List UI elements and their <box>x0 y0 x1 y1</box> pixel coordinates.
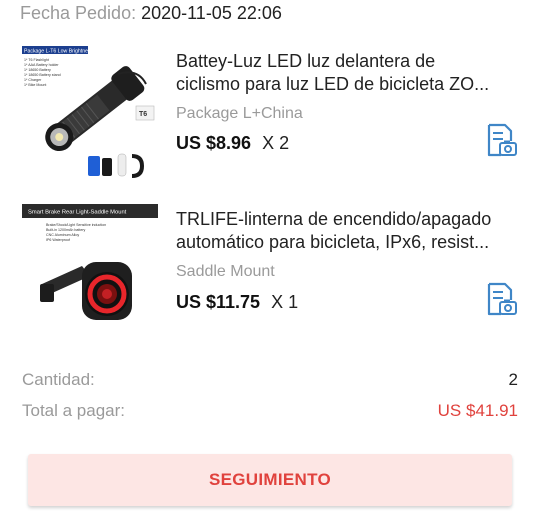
unit-price: US $8.96 <box>176 133 252 153</box>
order-date-row: Fecha Pedido: 2020-11-05 22:06 <box>20 2 282 24</box>
tracking-button[interactable]: SEGUIMIENTO <box>28 454 512 506</box>
product-thumbnail-flashlight[interactable]: Package L-T6 Low Brightness 1* T6 Flashl… <box>22 44 158 180</box>
product-title-line[interactable]: automático para bicicleta, IPx6, resist.… <box>176 231 520 254</box>
order-item-flashlight[interactable]: Package L-T6 Low Brightness 1* T6 Flashl… <box>0 40 540 190</box>
thumb-list-line: 1* Charger <box>24 78 42 82</box>
item-quantity: X 2 <box>262 133 290 153</box>
summary-quantity-value: 2 <box>508 370 518 389</box>
thumb-badge-text: T6 <box>139 111 147 118</box>
price-row: US $11.75 X 1 <box>176 291 298 313</box>
thumb-list-line: CNC Aluminum Alloy <box>46 233 79 237</box>
thumb-list-line: Built-in 1200mAh battery <box>46 228 86 232</box>
product-title-line[interactable]: Battey-Luz LED luz delantera de <box>176 50 520 73</box>
summary-quantity-label: Cantidad: <box>22 370 95 389</box>
unit-price: US $11.75 <box>176 292 261 312</box>
thumb-list-line: 1* AAA Battery holder <box>24 63 59 67</box>
thumb-list-line: 1* T6 Flashlight <box>24 58 49 62</box>
summary-total-value: US $41.91 <box>437 401 518 420</box>
thumb-list-line: 1* Bike Mount <box>24 83 46 87</box>
thumb-list-line: 1* 18650 Battery stand <box>24 73 61 77</box>
order-snapshot-icon[interactable] <box>484 282 518 316</box>
summary-total-label: Total a pagar: <box>22 401 126 420</box>
product-title-rear-light[interactable]: TRLIFE-linterna de encendido/apagado aut… <box>176 208 520 254</box>
thumb-header-text: Smart Brake Rear Light-Saddle Mount <box>28 210 127 216</box>
product-title-flashlight[interactable]: Battey-Luz LED luz delantera de ciclismo… <box>176 50 520 96</box>
thumb-list-line: 1* 18650 Battery <box>24 68 51 72</box>
product-variant: Package L+China <box>176 105 303 122</box>
order-date-label: Fecha Pedido: <box>20 3 137 23</box>
price-row: US $8.96 X 2 <box>176 132 289 154</box>
thumb-list-line: Brake/Shock/Light Sensitive induction <box>46 223 106 227</box>
order-date-value: 2020-11-05 22:06 <box>141 3 282 23</box>
product-title-line[interactable]: TRLIFE-linterna de encendido/apagado <box>176 208 520 231</box>
thumb-header-text: Package L-T6 Low Brightness <box>24 49 94 55</box>
product-title-line[interactable]: ciclismo para luz LED de bicicleta ZO... <box>176 73 520 96</box>
thumb-list-line: IP6 Waterproof <box>46 238 70 242</box>
order-item-rear-light[interactable]: Smart Brake Rear Light-Saddle Mount Brak… <box>0 198 540 348</box>
item-quantity: X 1 <box>271 292 299 312</box>
product-variant: Saddle Mount <box>176 263 275 280</box>
product-thumbnail-rear-light[interactable]: Smart Brake Rear Light-Saddle Mount Brak… <box>22 202 158 338</box>
order-snapshot-icon[interactable] <box>484 123 518 157</box>
